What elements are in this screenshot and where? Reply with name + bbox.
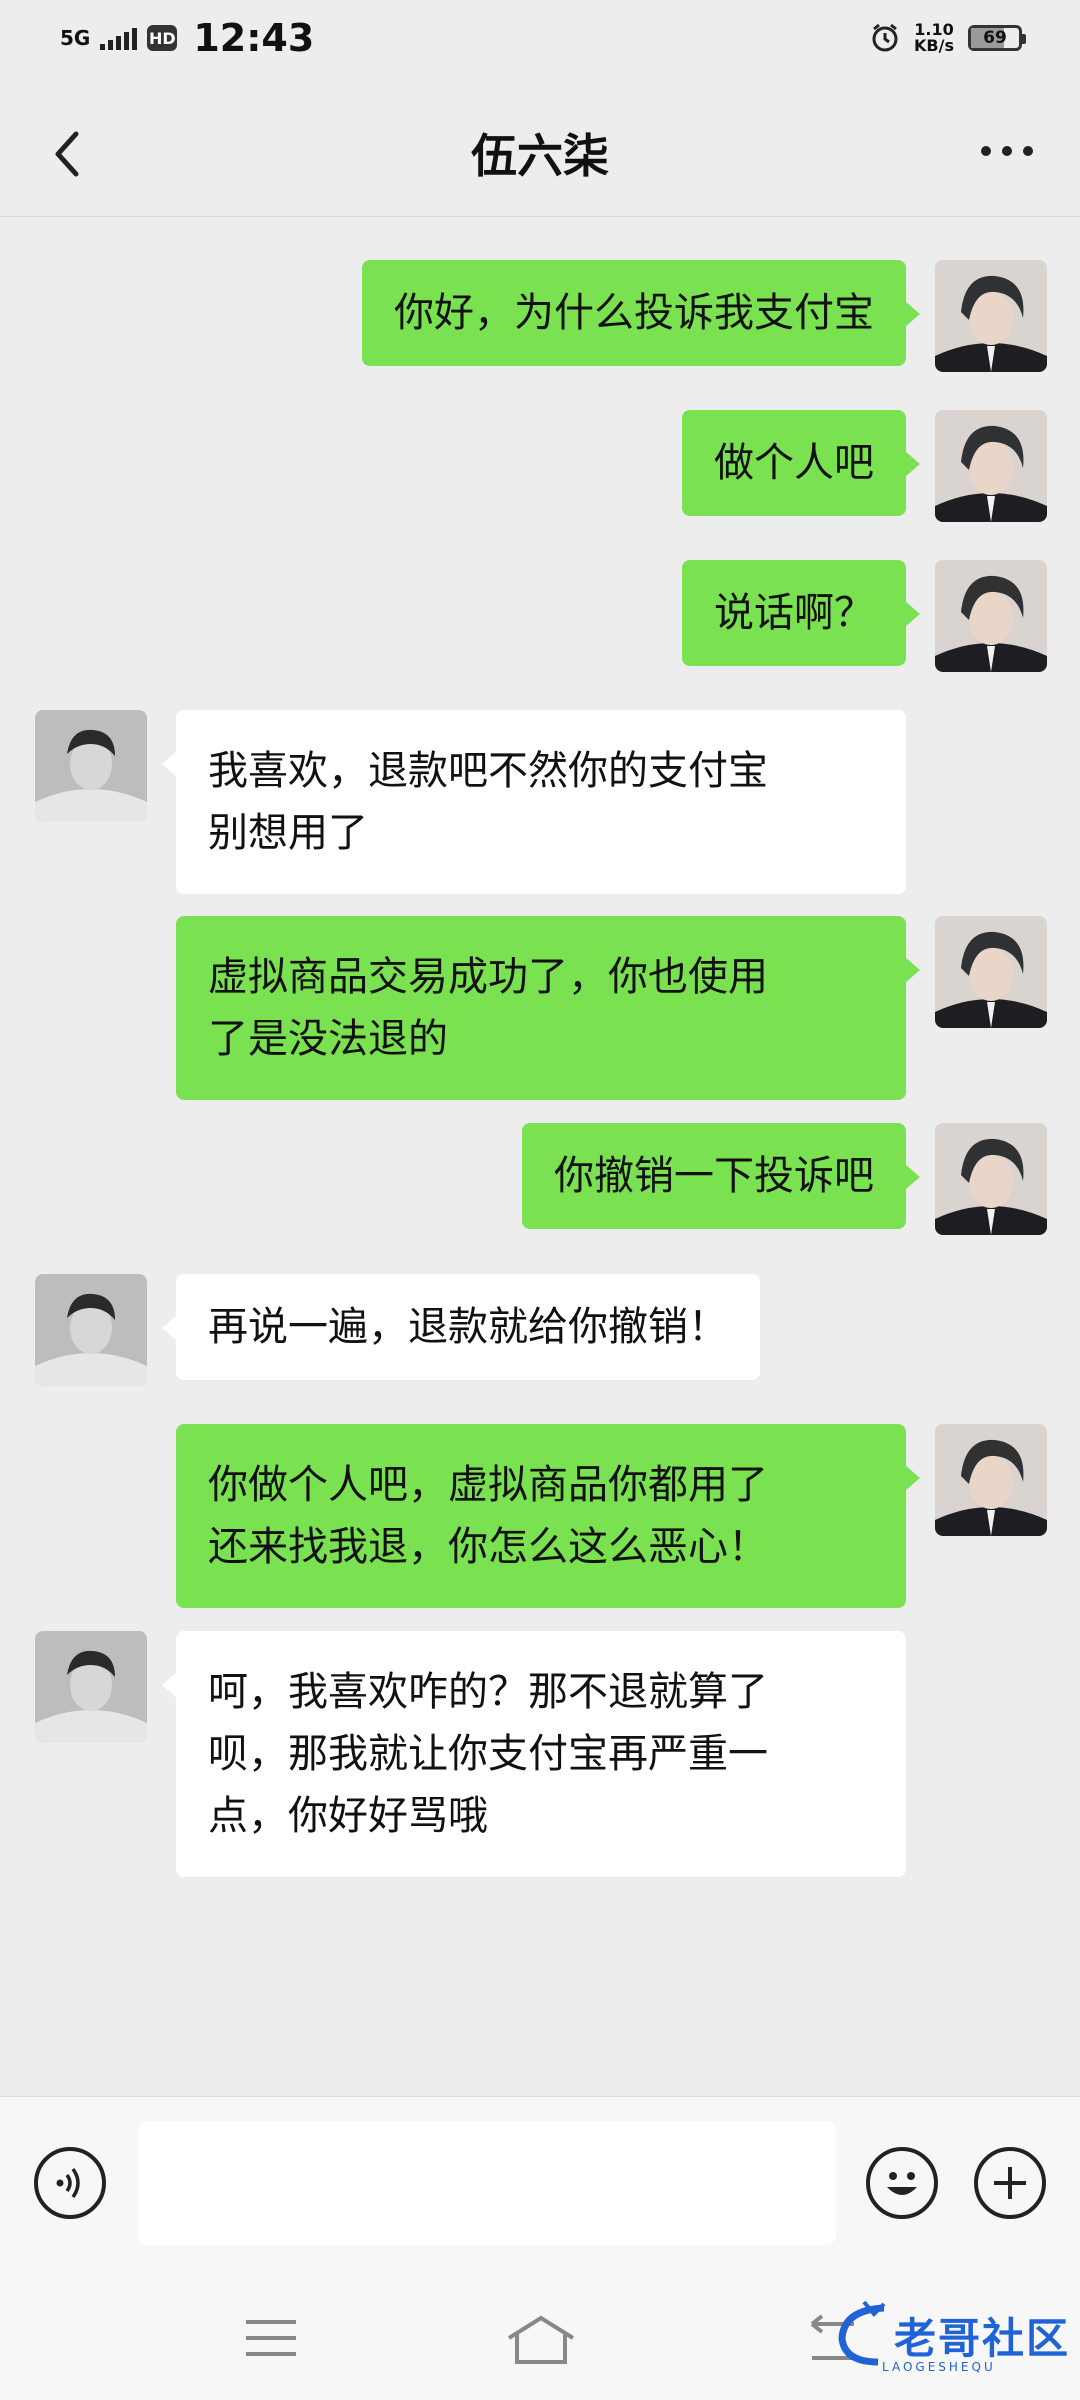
plus-icon — [994, 2167, 1026, 2199]
self-avatar[interactable] — [935, 410, 1047, 522]
outgoing-message[interactable]: 你撤销一下投诉吧 — [522, 1123, 920, 1229]
incoming-message[interactable]: 再说一遍，退款就给你撤销！ — [162, 1274, 760, 1380]
outgoing-message[interactable]: 做个人吧 — [682, 410, 920, 516]
watermark-subtext: LAOGESHEQU — [881, 2360, 996, 2374]
home-icon[interactable] — [505, 2312, 577, 2368]
network-speed: 1.10 KB/s — [914, 22, 954, 54]
voice-icon — [56, 2167, 80, 2199]
status-bar: 5G HD 12:43 1.10 KB/s 69 — [0, 0, 1080, 84]
more-options-button[interactable] — [972, 136, 1042, 166]
contact-avatar[interactable] — [35, 710, 147, 822]
more-dot-icon — [1023, 146, 1033, 156]
battery-level: 69 — [983, 28, 1007, 48]
contact-avatar[interactable] — [35, 1274, 147, 1386]
outgoing-message[interactable]: 你好，为什么投诉我支付宝 — [362, 260, 920, 366]
message-input[interactable] — [138, 2121, 836, 2245]
self-avatar[interactable] — [935, 916, 1047, 1028]
more-dot-icon — [1002, 146, 1012, 156]
hd-badge: HD — [147, 25, 178, 51]
network-type: 5G — [60, 26, 91, 50]
message-text: 你撤销一下投诉吧 — [554, 1153, 874, 1199]
contact-avatar[interactable] — [35, 1631, 147, 1743]
voice-button[interactable] — [34, 2147, 106, 2219]
message-text: 说话啊？ — [714, 590, 874, 636]
outgoing-message[interactable]: 说话啊？ — [682, 560, 920, 666]
more-dot-icon — [981, 146, 991, 156]
message-text: 做个人吧 — [714, 440, 874, 486]
watermark-text: 老哥社区 — [893, 2313, 1070, 2363]
status-time: 12:43 — [193, 16, 315, 60]
self-avatar[interactable] — [935, 560, 1047, 672]
chat-header: 伍六柒 — [0, 84, 1080, 217]
self-avatar[interactable] — [935, 260, 1047, 372]
message-text: 呵，我喜欢咋的？那不退就算了 呗，那我就让你支付宝再严重一 点，你好好骂哦 — [208, 1669, 768, 1839]
emoji-button[interactable] — [866, 2147, 938, 2219]
message-text: 再说一遍，退款就给你撤销！ — [208, 1304, 728, 1350]
more-functions-button[interactable] — [974, 2147, 1046, 2219]
self-avatar[interactable] — [935, 1123, 1047, 1235]
speed-unit: KB/s — [914, 36, 954, 55]
status-right: 1.10 KB/s 69 — [870, 22, 1026, 54]
incoming-message[interactable]: 呵，我喜欢咋的？那不退就算了 呗，那我就让你支付宝再严重一 点，你好好骂哦 — [162, 1631, 906, 1877]
system-nav-bar: 老哥社区 LAOGESHEQU — [0, 2276, 1080, 2400]
battery-icon: 69 — [968, 25, 1026, 51]
self-avatar[interactable] — [935, 1424, 1047, 1536]
alarm-icon — [872, 23, 898, 52]
message-text: 虚拟商品交易成功了，你也使用 了是没法退的 — [208, 954, 768, 1062]
message-text: 我喜欢，退款吧不然你的支付宝 别想用了 — [208, 748, 768, 856]
watermark-logo: 老哥社区 LAOGESHEQU — [834, 2300, 1070, 2374]
emoji-icon — [887, 2172, 917, 2195]
signal-icon — [100, 26, 138, 50]
menu-icon[interactable] — [244, 2318, 298, 2358]
incoming-message[interactable]: 我喜欢，退款吧不然你的支付宝 别想用了 — [162, 710, 906, 894]
outgoing-message[interactable]: 虚拟商品交易成功了，你也使用 了是没法退的 — [176, 916, 920, 1100]
outgoing-message[interactable]: 你做个人吧，虚拟商品你都用了 还来找我退，你怎么这么恶心！ — [176, 1424, 920, 1608]
chat-title: 伍六柒 — [471, 129, 609, 183]
status-left: 5G HD 12:43 — [60, 16, 314, 60]
message-text: 你做个人吧，虚拟商品你都用了 还来找我退，你怎么这么恶心！ — [208, 1462, 768, 1570]
message-text: 你好，为什么投诉我支付宝 — [394, 290, 874, 336]
input-bar — [0, 2096, 1080, 2277]
